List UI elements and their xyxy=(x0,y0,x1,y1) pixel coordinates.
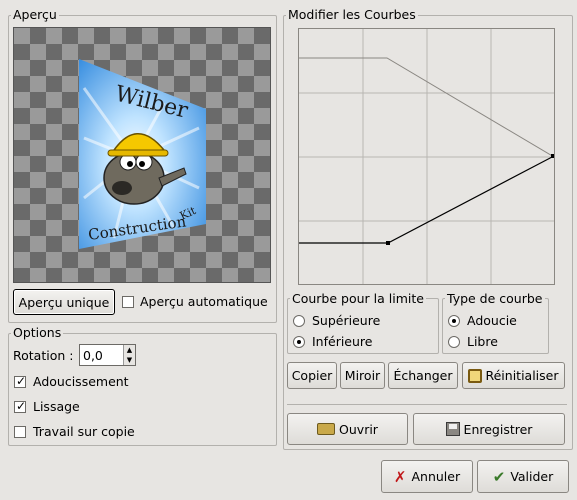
smoothing-label: Lissage xyxy=(33,399,80,414)
curve-control-point xyxy=(551,154,554,158)
rotation-down-arrow[interactable]: ▼ xyxy=(123,355,135,365)
preview-once-button[interactable]: Aperçu unique xyxy=(13,289,115,315)
lower-radio-dot xyxy=(297,340,301,344)
cancel-button-label: Annuler xyxy=(411,469,461,484)
smoothing-check-mark: ✓ xyxy=(16,399,27,413)
swap-button-label: Échanger xyxy=(393,368,453,383)
mirror-button-label: Miroir xyxy=(344,368,381,383)
antialias-label: Adoucissement xyxy=(33,374,129,389)
curve-control-point xyxy=(386,241,390,245)
curve-graph xyxy=(299,29,554,284)
mirror-button[interactable]: Miroir xyxy=(340,362,385,389)
lower-radio-label: Inférieure xyxy=(312,334,373,349)
free-radio[interactable] xyxy=(448,336,460,348)
antialias-checkbox[interactable]: ✓ xyxy=(14,374,27,388)
ok-check-icon: ✔ xyxy=(492,467,506,486)
preview-canvas: Wilber Construction Kit xyxy=(13,27,271,283)
wilber-preview-image: Wilber Construction Kit xyxy=(79,59,206,249)
preview-frame-title: Aperçu xyxy=(11,7,59,22)
work-on-copy-label: Travail sur copie xyxy=(33,424,135,439)
curve-editor[interactable] xyxy=(298,28,555,285)
curve-type-frame-title: Type de courbe xyxy=(445,291,545,306)
auto-preview-label: Aperçu automatique xyxy=(140,294,268,309)
reset-button-label: Réinitialiser xyxy=(485,368,559,383)
curves-frame-title: Modifier les Courbes xyxy=(286,7,418,22)
rotation-spinbutton[interactable]: 0,0 ▲ ▼ xyxy=(79,344,136,366)
cancel-x-icon: ✗ xyxy=(393,467,407,486)
work-on-copy-checkbox[interactable] xyxy=(14,426,26,438)
open-folder-icon xyxy=(317,423,336,435)
rotation-label: Rotation : xyxy=(13,348,74,363)
save-button-label: Enregistrer xyxy=(463,421,533,437)
boundary-frame-title: Courbe pour la limite xyxy=(290,291,426,306)
upper-radio[interactable] xyxy=(293,315,305,327)
ok-button[interactable]: ✔ Valider xyxy=(477,460,569,493)
upper-radio-label: Supérieure xyxy=(312,313,381,328)
rotation-value: 0,0 xyxy=(83,348,103,363)
smooth-radio[interactable] xyxy=(448,315,460,327)
open-button-label: Ouvrir xyxy=(339,421,378,437)
cancel-button[interactable]: ✗ Annuler xyxy=(381,460,473,493)
smooth-radio-dot xyxy=(452,319,456,323)
copy-button[interactable]: Copier xyxy=(287,362,337,389)
options-frame-title: Options xyxy=(11,325,64,340)
ok-button-label: Valider xyxy=(510,469,554,484)
copy-button-label: Copier xyxy=(291,368,333,383)
auto-preview-checkbox[interactable] xyxy=(122,296,134,308)
reset-button[interactable]: Réinitialiser xyxy=(462,362,565,389)
save-button[interactable]: Enregistrer xyxy=(413,413,565,445)
save-disk-icon xyxy=(445,422,460,436)
smooth-radio-label: Adoucie xyxy=(467,313,517,328)
lower-radio[interactable] xyxy=(293,336,305,348)
preview-once-label: Aperçu unique xyxy=(18,294,110,310)
antialias-check-mark: ✓ xyxy=(16,374,27,388)
open-button[interactable]: Ouvrir xyxy=(287,413,408,445)
curves-separator xyxy=(287,404,567,405)
smoothing-checkbox[interactable]: ✓ xyxy=(14,399,27,413)
swap-button[interactable]: Échanger xyxy=(388,362,458,389)
reset-icon xyxy=(468,368,483,383)
free-radio-label: Libre xyxy=(467,334,498,349)
rotation-up-arrow[interactable]: ▲ xyxy=(123,345,135,355)
